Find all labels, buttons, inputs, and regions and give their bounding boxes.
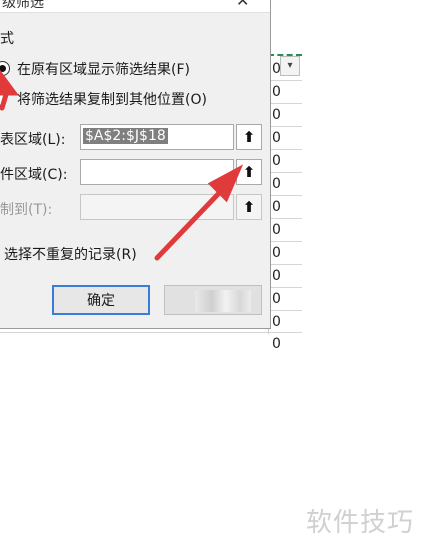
- watermark-text: 软件技巧: [306, 508, 415, 538]
- annotation-arrows: [0, 69, 244, 261]
- annotation-arrow-criteria: [154, 187, 225, 261]
- annotation-arrowhead-radio: [0, 69, 19, 96]
